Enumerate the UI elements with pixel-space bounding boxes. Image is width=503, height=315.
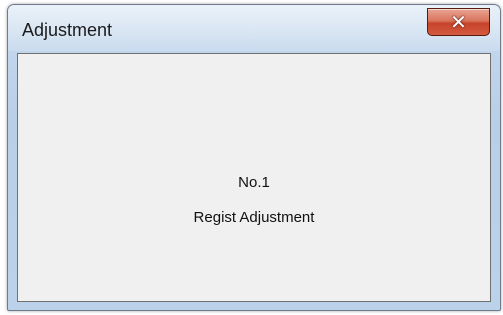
close-button[interactable]: ✕ (427, 8, 490, 36)
window-title: Adjustment (22, 20, 113, 40)
adjustment-dialog: Adjustment ✕ No.1 Regist Adjustment (7, 4, 501, 311)
title-bar[interactable]: Adjustment ✕ (8, 5, 500, 49)
dialog-content: No.1 Regist Adjustment (17, 53, 491, 302)
close-icon: ✕ (450, 10, 467, 34)
adjustment-description: Regist Adjustment (193, 209, 315, 226)
adjustment-number: No.1 (238, 174, 270, 191)
